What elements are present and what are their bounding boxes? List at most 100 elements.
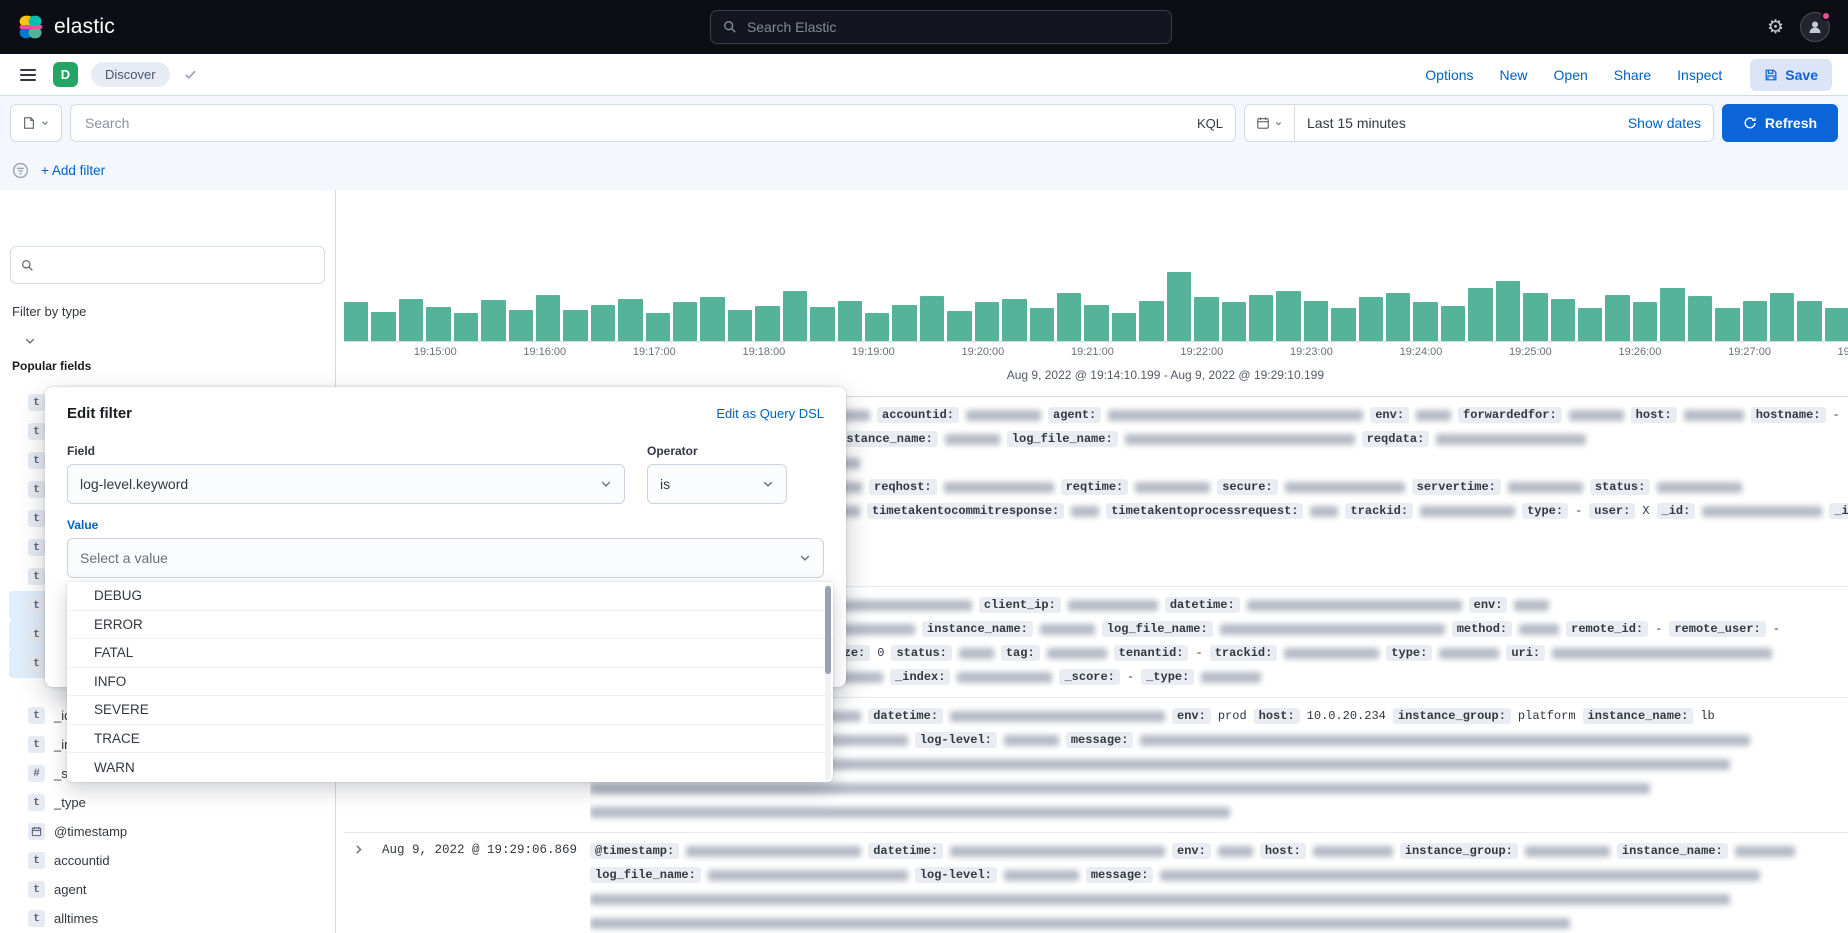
histogram-bar (344, 302, 368, 341)
chart-options-control[interactable]: ⚙ Chart options (336, 196, 1848, 224)
sidebar-field-_type[interactable]: t_type (9, 788, 289, 817)
menu-icon[interactable] (16, 65, 40, 85)
value-combobox[interactable]: Select a value (67, 538, 824, 578)
gear-icon[interactable]: ⚙ (1767, 18, 1784, 37)
popular-fields-label: Popular fields (12, 359, 335, 373)
refresh-button[interactable]: Refresh (1722, 104, 1838, 142)
field-chip: status: (891, 645, 951, 661)
calendar-button[interactable] (1245, 105, 1295, 141)
field-search-input[interactable] (42, 257, 314, 274)
value-option-info[interactable]: INFO (67, 668, 833, 697)
field-chip: _index: (1829, 503, 1848, 519)
redacted-value (1047, 648, 1107, 659)
user-avatar[interactable] (1800, 12, 1830, 42)
query-bar: KQL Last 15 minutes Show dates Refresh (0, 96, 1848, 150)
field-chip: user: (1589, 503, 1635, 519)
add-filter-link[interactable]: + Add filter (41, 163, 105, 178)
field-name: accountid (54, 853, 110, 868)
field-chip: _id: (1657, 503, 1696, 519)
value-option-trace[interactable]: TRACE (67, 725, 833, 754)
histogram-bar (1441, 306, 1465, 341)
nav-link-inspect[interactable]: Inspect (1677, 67, 1722, 83)
field-chip: client_ip: (979, 597, 1061, 613)
field-value: lb (1700, 709, 1714, 723)
histogram-bar (892, 305, 916, 341)
field-select-value: log-level.keyword (80, 476, 188, 492)
field-chip: servertime: (1412, 479, 1501, 495)
value-option-error[interactable]: ERROR (67, 611, 833, 640)
histogram-bar (1523, 293, 1547, 341)
field-chip: host: (1260, 843, 1306, 859)
x-tick: 19:25:00 (1509, 346, 1552, 358)
sidebar-field-alltimes[interactable]: talltimes (9, 904, 289, 933)
field-search-box[interactable] (10, 246, 325, 284)
field-chip: datetime: (868, 708, 943, 724)
histogram-bar (810, 307, 834, 341)
query-language-badge[interactable]: KQL (1197, 116, 1223, 131)
text-field-icon: t (28, 510, 45, 527)
chevron-down-icon[interactable] (24, 335, 335, 347)
scrollbar-thumb[interactable] (825, 586, 831, 674)
redacted-value (1684, 410, 1744, 421)
filter-by-type-label[interactable]: Filter by type (0, 298, 335, 325)
value-option-fatal[interactable]: FATAL (67, 639, 833, 668)
kql-search-box[interactable]: KQL (70, 104, 1236, 142)
time-range-value[interactable]: Last 15 minutes (1295, 115, 1406, 131)
field-chip: remote_id: (1566, 621, 1648, 637)
field-chip: @timestamp: (590, 843, 679, 859)
field-chip: _type: (1141, 669, 1194, 685)
edit-as-query-dsl-link[interactable]: Edit as Query DSL (716, 406, 824, 421)
field-select[interactable]: log-level.keyword (67, 464, 625, 504)
redacted-value (950, 711, 1165, 722)
expand-row-button[interactable] (344, 839, 382, 933)
x-tick: 19:20:00 (961, 346, 1004, 358)
field-chip: forwardedfor: (1458, 407, 1562, 423)
nav-link-new[interactable]: New (1500, 67, 1528, 83)
field-chip: instance_name: (1583, 708, 1694, 724)
redacted-value (1108, 410, 1363, 421)
redacted-value (957, 672, 1052, 683)
show-dates-link[interactable]: Show dates (1628, 115, 1713, 131)
field-chip: log_file_name: (1102, 621, 1213, 637)
x-tick: 19:16:00 (523, 346, 566, 358)
redacted-value (590, 807, 1230, 818)
elastic-logo-icon (18, 14, 44, 40)
save-button-label: Save (1785, 67, 1818, 83)
saved-query-menu-button[interactable] (10, 104, 62, 142)
redacted-value (1657, 482, 1742, 493)
value-option-severe[interactable]: SEVERE (67, 696, 833, 725)
operator-select[interactable]: is (647, 464, 787, 504)
operator-select-value: is (660, 476, 670, 492)
global-search[interactable] (710, 10, 1172, 44)
field-chip: log-level: (915, 867, 997, 883)
field-chip: tag: (1001, 645, 1040, 661)
nav-link-open[interactable]: Open (1554, 67, 1588, 83)
field-chip: message: (1066, 732, 1134, 748)
histogram-bar (1825, 308, 1848, 341)
text-field-icon: t (28, 568, 45, 585)
query-input[interactable] (83, 114, 1189, 132)
nav-link-options[interactable]: Options (1425, 67, 1473, 83)
global-search-input[interactable] (745, 18, 1159, 36)
x-tick: 19:27:00 (1728, 346, 1771, 358)
field-value: 0 (877, 646, 884, 660)
histogram-bar (1413, 302, 1437, 341)
text-field-icon: t (28, 423, 45, 440)
filter-settings-icon[interactable] (12, 162, 29, 179)
breadcrumb[interactable]: Discover (91, 62, 170, 87)
sidebar-field-agent[interactable]: tagent (9, 875, 289, 904)
field-chip: uri: (1506, 645, 1545, 661)
date-field-icon (28, 823, 45, 840)
sidebar-field-@timestamp[interactable]: @timestamp (9, 817, 289, 846)
sidebar-field-accountid[interactable]: taccountid (9, 846, 289, 875)
save-button[interactable]: Save (1750, 59, 1832, 91)
nav-link-share[interactable]: Share (1614, 67, 1651, 83)
field-value: - (1655, 622, 1662, 636)
field-chip: secure: (1217, 479, 1277, 495)
value-option-warn[interactable]: WARN (67, 753, 833, 782)
histogram-bar (1057, 293, 1081, 341)
field-value: - (1127, 670, 1134, 684)
redacted-value (1135, 482, 1210, 493)
histogram-bar (1743, 301, 1767, 341)
value-option-debug[interactable]: DEBUG (67, 582, 833, 611)
